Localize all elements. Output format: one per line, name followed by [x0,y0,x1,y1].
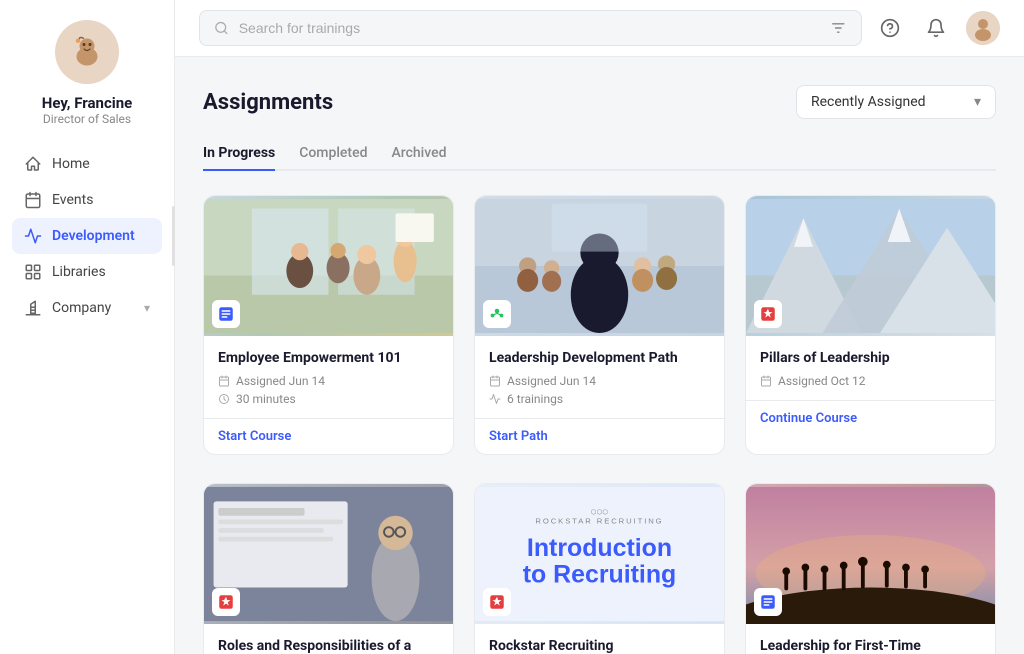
card-leadership-dev-action[interactable]: Start Path [475,418,724,454]
sort-dropdown-label: Recently Assigned [811,94,926,110]
card-rockstar-image: ⬡⬡⬡ ROCKSTAR RECRUITING Introduction to … [475,484,724,624]
content-area: Assignments Recently Assigned ▾ In Progr… [175,57,1024,654]
cards-row-2: Roles and Responsibilities of a Team Lea… [203,483,996,654]
sidebar-item-home-label: Home [52,156,90,172]
card-empowerment-badge [212,300,240,328]
sidebar-username: Hey, Francine [42,94,133,112]
card-roles-title: Roles and Responsibilities of a Team Lea… [218,638,439,654]
card-leadership-dev-body: Leadership Development Path Assigned Jun… [475,336,724,406]
sidebar-item-events-label: Events [52,192,93,208]
card-roles-badge [212,588,240,616]
card-empowerment-action[interactable]: Start Course [204,418,453,454]
card-empowerment-assigned: Assigned Jun 14 [218,374,439,388]
card-first-managers-image [746,484,995,624]
card-roles[interactable]: Roles and Responsibilities of a Team Lea… [203,483,454,654]
sidebar-item-development-label: Development [52,228,135,244]
cards-row-1: Employee Empowerment 101 Assigned Jun 14… [203,195,996,455]
card-pillars-title: Pillars of Leadership [760,350,981,366]
card-roles-body: Roles and Responsibilities of a Team Lea… [204,624,453,654]
card-roles-image [204,484,453,624]
home-icon [24,155,42,173]
main-area: Assignments Recently Assigned ▾ In Progr… [175,0,1024,654]
card-leadership-dev-meta: Assigned Jun 14 6 trainings [489,374,710,406]
sidebar-item-company[interactable]: Company ▾ [12,290,162,326]
tab-in-progress[interactable]: In Progress [203,137,275,171]
svg-text:⬡⬡⬡: ⬡⬡⬡ [591,508,609,516]
svg-text:ROCKSTAR RECRUITING: ROCKSTAR RECRUITING [535,516,663,525]
card-first-managers-title: Leadership for First-Time Managers [760,638,981,654]
card-pillars[interactable]: Pillars of Leadership Assigned Oct 12 Co… [745,195,996,455]
card-rockstar-body: Rockstar Recruiting Assigned Oct 12 [475,624,724,654]
card-empowerment-meta: Assigned Jun 14 30 minutes [218,374,439,406]
card-empowerment-duration: 30 minutes [218,392,439,406]
sidebar-nav: Home Events Development Libraries [0,146,174,326]
card-leadership-dev-image [475,196,724,336]
sort-dropdown-chevron: ▾ [974,94,981,110]
card-empowerment-title: Employee Empowerment 101 [218,350,439,366]
card-rockstar[interactable]: ⬡⬡⬡ ROCKSTAR RECRUITING Introduction to … [474,483,725,654]
card-leadership-dev[interactable]: Leadership Development Path Assigned Jun… [474,195,725,455]
user-avatar-topbar[interactable] [966,11,1000,45]
card-pillars-action[interactable]: Continue Course [746,400,995,436]
sidebar-item-libraries[interactable]: Libraries [12,254,162,290]
card-first-managers-badge [754,588,782,616]
card-leadership-dev-title: Leadership Development Path [489,350,710,366]
topbar-icons [874,11,1000,45]
card-leadership-dev-trainings: 6 trainings [489,392,710,406]
card-pillars-body: Pillars of Leadership Assigned Oct 12 [746,336,995,388]
development-icon [24,227,42,245]
card-empowerment-image [204,196,453,336]
content-header: Assignments Recently Assigned ▾ [203,85,996,119]
search-bar[interactable] [199,10,862,46]
card-pillars-meta: Assigned Oct 12 [760,374,981,388]
card-pillars-badge [754,300,782,328]
svg-text:Introduction: Introduction [527,534,672,562]
page-title: Assignments [203,90,333,115]
tabs: In Progress Completed Archived [203,137,996,171]
company-icon [24,299,42,317]
card-pillars-image [746,196,995,336]
card-empowerment[interactable]: Employee Empowerment 101 Assigned Jun 14… [203,195,454,455]
card-first-managers[interactable]: Leadership for First-Time Managers Assig… [745,483,996,654]
tab-archived[interactable]: Archived [391,137,446,171]
topbar [175,0,1024,57]
card-rockstar-title: Rockstar Recruiting [489,638,710,654]
sidebar-item-development[interactable]: Development [12,218,162,254]
filter-icon[interactable] [830,19,847,37]
sidebar-item-company-label: Company [52,300,111,316]
sidebar-item-events[interactable]: Events [12,182,162,218]
search-input[interactable] [239,20,821,36]
events-icon [24,191,42,209]
sidebar-item-libraries-label: Libraries [52,264,106,280]
notifications-button[interactable] [920,12,952,44]
search-icon [214,20,229,36]
card-empowerment-body: Employee Empowerment 101 Assigned Jun 14… [204,336,453,406]
avatar [55,20,119,84]
card-pillars-assigned: Assigned Oct 12 [760,374,981,388]
card-first-managers-body: Leadership for First-Time Managers Assig… [746,624,995,654]
active-indicator [172,206,175,266]
svg-text:to Recruiting: to Recruiting [523,561,677,589]
sidebar-role: Director of Sales [43,112,131,126]
libraries-icon [24,263,42,281]
sort-dropdown[interactable]: Recently Assigned ▾ [796,85,996,119]
sidebar-item-home[interactable]: Home [12,146,162,182]
chevron-down-icon: ▾ [144,301,150,315]
card-leadership-dev-assigned: Assigned Jun 14 [489,374,710,388]
card-rockstar-badge [483,588,511,616]
help-button[interactable] [874,12,906,44]
card-leadership-dev-badge [483,300,511,328]
tab-completed[interactable]: Completed [299,137,367,171]
sidebar: Hey, Francine Director of Sales Home Eve… [0,0,175,654]
